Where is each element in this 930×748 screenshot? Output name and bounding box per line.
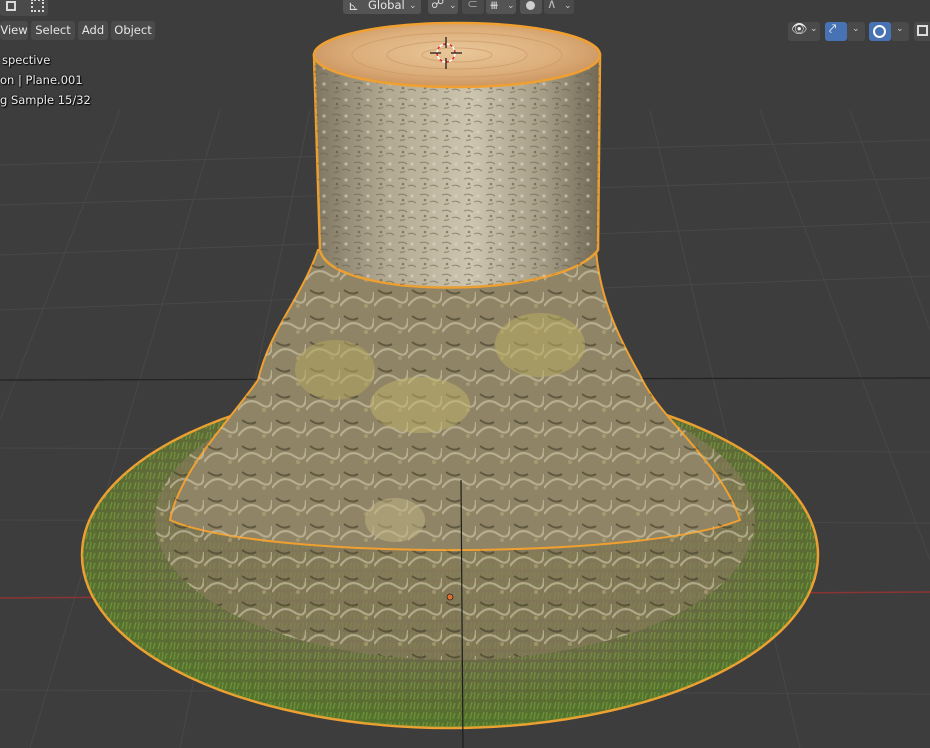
- object-menu[interactable]: Object: [111, 21, 155, 40]
- transform-orientation-label: Global: [368, 0, 405, 12]
- falloff-curve-icon: ∧: [547, 0, 557, 12]
- select-box-icon: [6, 1, 16, 11]
- viewport-shading-icon: [917, 25, 928, 36]
- proportional-editing-icon: [526, 1, 535, 10]
- select-menu[interactable]: Select: [31, 21, 75, 40]
- 3d-viewport[interactable]: ⊾ Global ⌄ ☍ ⌄ ⊂ ⧻ ⌄ ∧ ⌄ View Select Add…: [0, 0, 930, 748]
- chevron-down-icon: ⌄: [896, 24, 904, 34]
- pivot-point-dropdown[interactable]: ☍ ⌄: [428, 0, 458, 14]
- render-sample-label: g Sample 15/32: [0, 93, 91, 107]
- viewport-scene[interactable]: [0, 0, 930, 748]
- object-origin-icon: [446, 593, 454, 601]
- falloff-dropdown[interactable]: ∧ ⌄: [544, 0, 574, 14]
- proportional-editing-button[interactable]: [520, 0, 542, 14]
- pivot-point-icon: ☍: [431, 0, 445, 12]
- select-mode-icon: [31, 0, 44, 12]
- visibility-dropdown[interactable]: 👁 ⌄: [788, 22, 820, 41]
- add-menu[interactable]: Add: [78, 21, 108, 40]
- transform-orientation-dropdown[interactable]: ⊾ Global ⌄: [343, 0, 421, 14]
- eye-visibility-icon: 👁: [791, 22, 808, 37]
- overlays-icon: [873, 25, 886, 38]
- chevron-down-icon: ⌄: [507, 1, 515, 11]
- snap-toggle-button[interactable]: ⊂: [462, 0, 484, 14]
- transform-orientation-icon: ⊾: [348, 0, 359, 14]
- view-menu[interactable]: View: [0, 21, 28, 40]
- gizmo-toggle-button[interactable]: ⤤: [825, 22, 847, 41]
- overlays-dropdown[interactable]: ⌄: [891, 22, 909, 41]
- active-object-label: on | Plane.001: [0, 73, 83, 87]
- snap-increment-icon: ⧻: [489, 0, 500, 12]
- chevron-down-icon: ⌄: [449, 1, 457, 11]
- gizmo-icon: ⤤: [829, 22, 837, 37]
- snap-target-dropdown[interactable]: ⧻ ⌄: [486, 0, 516, 14]
- chevron-down-icon: ⌄: [810, 24, 818, 34]
- mode-selector-button[interactable]: [0, 0, 48, 16]
- gizmo-dropdown[interactable]: ⌄: [847, 22, 865, 41]
- xray-toggle-button[interactable]: [914, 22, 930, 41]
- overlays-toggle-button[interactable]: [869, 22, 891, 41]
- chevron-down-icon: ⌄: [409, 1, 417, 11]
- tree-stump-object[interactable]: [80, 21, 820, 730]
- view-perspective-label: spective: [2, 53, 51, 67]
- chevron-down-icon: ⌄: [852, 24, 860, 34]
- chevron-down-icon: ⌄: [564, 1, 572, 11]
- snap-magnet-icon: ⊂: [467, 0, 478, 12]
